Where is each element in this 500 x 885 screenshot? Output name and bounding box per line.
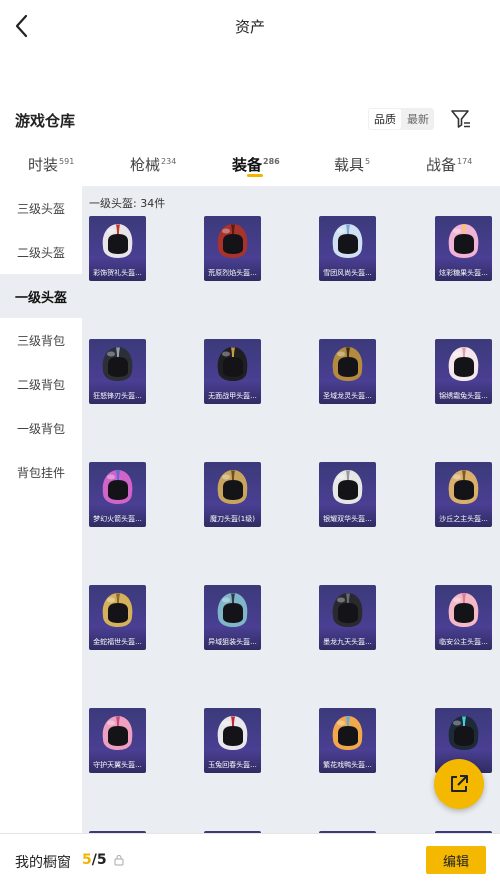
helmet-icon: [448, 593, 479, 627]
helmet-icon: [102, 224, 133, 258]
page-title: 资产: [234, 18, 265, 36]
item-name: 梦幻火箭头盔...: [93, 515, 142, 523]
helmet-icon: [102, 470, 133, 504]
tab-vehicles[interactable]: 载具5: [334, 154, 370, 175]
helmet-icon: [448, 470, 479, 504]
helmet-item-card[interactable]: 临安公主头盔...: [435, 585, 492, 650]
helmet-icon: [217, 347, 248, 381]
bottom-bar: 我的橱窗 5/5 编辑: [0, 833, 500, 885]
helmet-item-card[interactable]: 无面战甲头盔...: [204, 339, 261, 404]
helmet-item-card[interactable]: 狂怒锋刃头盔...: [89, 339, 146, 404]
helmet-item-card[interactable]: 异域狙装头盔...: [204, 585, 261, 650]
helmet-icon: [102, 716, 133, 750]
item-name: 繁花戏鸭头盔...: [323, 761, 372, 769]
item-name: 玉兔回春头盔...: [208, 761, 257, 769]
helmet-item-card[interactable]: 银耀双华头盔...: [319, 462, 376, 527]
helmet-icon: [448, 716, 479, 750]
sidebar-item-level2-backpack[interactable]: 二级背包: [0, 362, 82, 406]
helmet-icon: [332, 470, 363, 504]
item-name: 荒原烈焰头盔...: [208, 269, 257, 277]
helmet-icon: [217, 593, 248, 627]
active-tab-indicator: [247, 174, 263, 177]
helmet-item-card[interactable]: 沙丘之主头盔...: [435, 462, 492, 527]
item-name: 雪团风尚头盔...: [323, 269, 372, 277]
item-name: 银耀双华头盔...: [323, 515, 372, 523]
sort-toggle[interactable]: 品质 最新: [368, 108, 434, 130]
helmet-icon: [217, 224, 248, 258]
tab-weapons[interactable]: 枪械234: [130, 154, 176, 175]
helmet-item-card[interactable]: 玉兔回春头盔...: [204, 708, 261, 773]
helmet-item-card[interactable]: 荒原烈焰头盔...: [204, 216, 261, 281]
item-count: 一级头盔: 34件: [89, 197, 166, 210]
helmet-item-card[interactable]: 锦绣霜兔头盔...: [435, 339, 492, 404]
item-name: 守护天翼头盔...: [93, 761, 142, 769]
item-name: 无面战甲头盔...: [208, 392, 257, 400]
tab-fashion[interactable]: 时装591: [28, 154, 74, 175]
helmet-icon: [448, 224, 479, 258]
helmet-item-card[interactable]: 繁花戏鸭头盔...: [319, 708, 376, 773]
helmet-icon: [332, 347, 363, 381]
item-name: 墨龙九天头盔...: [323, 638, 372, 646]
item-name: 临安公主头盔...: [439, 638, 488, 646]
lock-icon: [114, 855, 124, 866]
filter-icon[interactable]: [450, 108, 472, 130]
category-tabs: 时装591 枪械234 装备286 载具5 战备174: [0, 140, 500, 186]
item-name: 金蛇福世头盔...: [93, 638, 142, 646]
helmet-icon: [102, 347, 133, 381]
sidebar-item-level1-helmet[interactable]: 一级头盔: [0, 274, 82, 318]
sidebar-item-backpack-charm[interactable]: 背包挂件: [0, 450, 82, 494]
helmet-item-card[interactable]: 梦幻火箭头盔...: [89, 462, 146, 527]
helmet-item-card[interactable]: 圣域龙灵头盔...: [319, 339, 376, 404]
subcategory-sidebar: 三级头盔 二级头盔 一级头盔 三级背包 二级背包 一级背包 背包挂件: [0, 186, 82, 833]
tab-equipment[interactable]: 装备286: [232, 154, 280, 175]
share-button[interactable]: [434, 759, 484, 809]
helmet-item-card[interactable]: 守护天翼头盔...: [89, 708, 146, 773]
item-name: 魔刀头盔(1级): [210, 515, 255, 523]
external-link-icon: [451, 775, 468, 792]
helmet-item-card[interactable]: 炫彩糖果头盔...: [435, 216, 492, 281]
edit-button[interactable]: 编辑: [426, 846, 486, 874]
item-name: 异域狙装头盔...: [208, 638, 257, 646]
helmet-item-card[interactable]: 墨龙九天头盔...: [319, 585, 376, 650]
sidebar-item-level2-helmet[interactable]: 二级头盔: [0, 230, 82, 274]
helmet-icon: [448, 347, 479, 381]
helmet-item-card[interactable]: 魔刀头盔(1级): [204, 462, 261, 527]
sidebar-item-level1-backpack[interactable]: 一级背包: [0, 406, 82, 450]
helmet-item-card[interactable]: 雪团风尚头盔...: [319, 216, 376, 281]
item-name: 沙丘之主头盔...: [439, 515, 488, 523]
helmet-item-card[interactable]: 金蛇福世头盔...: [89, 585, 146, 650]
helmet-icon: [217, 470, 248, 504]
sidebar-item-level3-backpack[interactable]: 三级背包: [0, 318, 82, 362]
sort-by-latest[interactable]: 最新: [402, 108, 434, 130]
item-panel: 一级头盔: 34件 彩饰贺礼头盔... 荒原烈焰头盔... 雪团风尚头盔... 炫彩糖…: [82, 186, 500, 833]
sort-by-quality[interactable]: 品质: [369, 109, 401, 129]
helmet-icon: [332, 716, 363, 750]
helmet-icon: [102, 593, 133, 627]
helmet-icon: [332, 593, 363, 627]
item-name: 圣域龙灵头盔...: [323, 392, 372, 400]
item-name: 彩饰贺礼头盔...: [93, 269, 142, 277]
item-name: 炫彩糖果头盔...: [439, 269, 488, 277]
helmet-item-card[interactable]: 彩饰贺礼头盔...: [89, 216, 146, 281]
showcase-count: 5/5: [82, 852, 107, 868]
item-name: 锦绣霜兔头盔...: [439, 392, 488, 400]
helmet-icon: [217, 716, 248, 750]
top-bar: 资产: [0, 0, 500, 52]
helmet-icon: [332, 224, 363, 258]
item-name: 狂怒锋刃头盔...: [93, 392, 142, 400]
sidebar-item-level3-helmet[interactable]: 三级头盔: [0, 186, 82, 230]
tab-gear[interactable]: 战备174: [426, 154, 472, 175]
warehouse-title: 游戏仓库: [15, 112, 76, 130]
showcase-label: 我的橱窗: [15, 855, 71, 871]
